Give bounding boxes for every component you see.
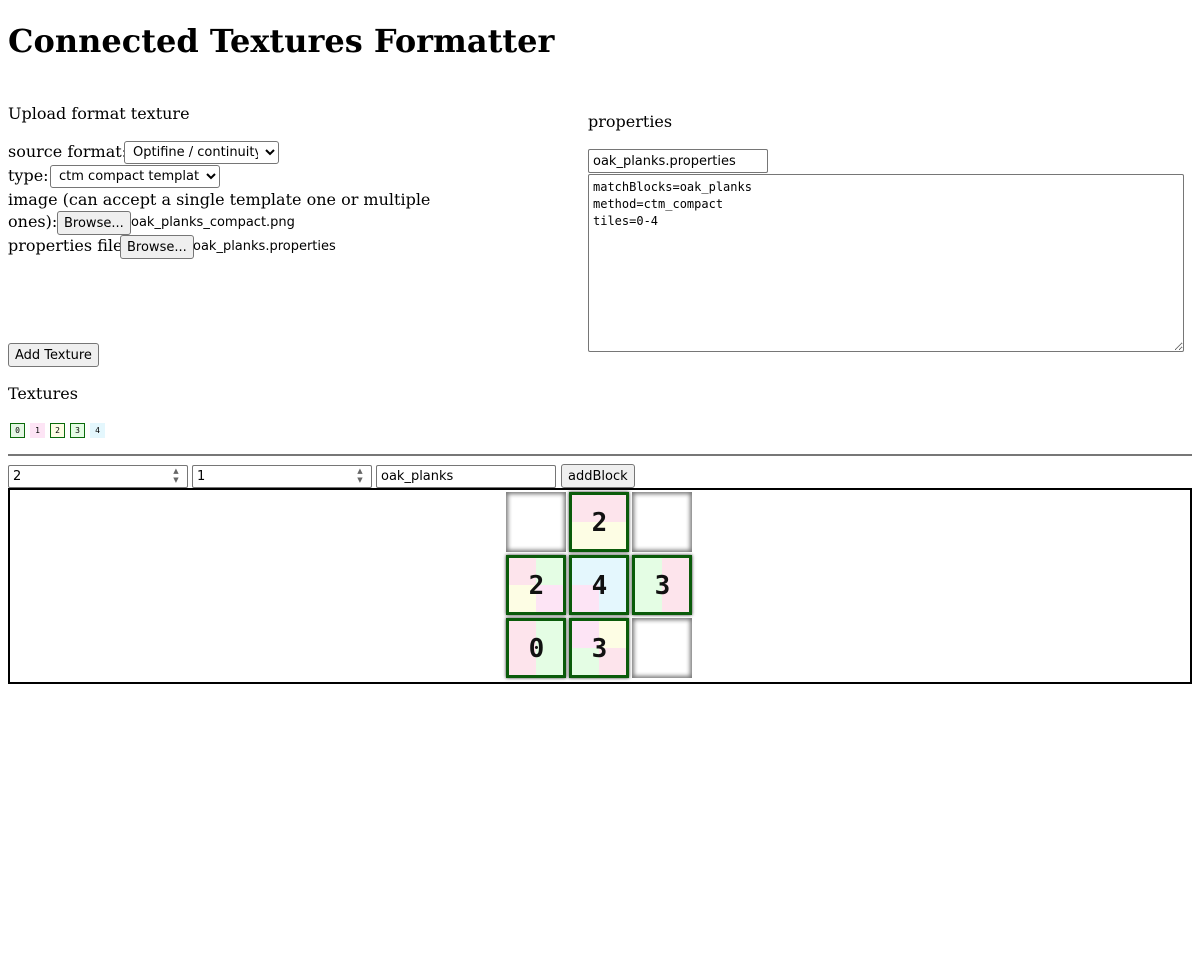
texture-thumb[interactable]: 3 — [70, 423, 85, 438]
tile-number-label: 4 — [591, 571, 608, 601]
properties-filename-input[interactable] — [588, 149, 768, 173]
block-name-input[interactable] — [376, 465, 556, 488]
type-select[interactable]: ctm compact template — [50, 165, 220, 188]
source-format-select[interactable]: Optifine / continuity — [124, 141, 279, 164]
grid-cell-tile[interactable]: 2 — [506, 555, 566, 615]
page-title: Connected Textures Formatter — [8, 22, 555, 60]
image-browse-button[interactable]: Browse... — [57, 211, 131, 235]
image-label-line2: ones): — [8, 212, 58, 231]
add-texture-button[interactable]: Add Texture — [8, 343, 99, 367]
image-file-name: oak_planks_compact.png — [131, 215, 295, 230]
tile-number-label: 0 — [528, 634, 545, 664]
grid-cell-tile[interactable]: 3 — [632, 555, 692, 615]
y-number-input[interactable] — [192, 465, 372, 488]
source-format-label: source format: — [8, 142, 128, 161]
grid-cell-empty[interactable] — [632, 618, 692, 678]
textures-heading: Textures — [8, 384, 78, 403]
tile-number-label: 2 — [528, 571, 545, 601]
texture-thumb[interactable]: 4 — [90, 423, 105, 438]
grid-cell-tile[interactable]: 4 — [569, 555, 629, 615]
texture-thumb[interactable]: 2 — [50, 423, 65, 438]
x-number-input[interactable] — [8, 465, 188, 488]
type-label: type: — [8, 166, 49, 185]
y-input-wrapper: ▲▼ — [192, 465, 372, 488]
properties-heading: properties — [588, 112, 673, 131]
tile-number-label: 3 — [591, 634, 608, 664]
tile-number-label: 3 — [654, 571, 671, 601]
add-block-button[interactable]: addBlock — [561, 464, 635, 488]
x-input-wrapper: ▲▼ — [8, 465, 188, 488]
texture-thumb[interactable]: 0 — [10, 423, 25, 438]
grid-cell-tile[interactable]: 2 — [569, 492, 629, 552]
properties-file-name: oak_planks.properties — [193, 239, 336, 254]
grid-cell-tile[interactable]: 0 — [506, 618, 566, 678]
grid-cell-tile[interactable]: 3 — [569, 618, 629, 678]
x-spinner-icon[interactable]: ▲ ▼ — [170, 467, 182, 485]
properties-browse-button[interactable]: Browse... — [120, 235, 194, 259]
properties-file-label: properties file — [8, 236, 123, 255]
grid-cell-empty[interactable] — [506, 492, 566, 552]
divider — [8, 454, 1192, 456]
texture-thumb[interactable]: 1 — [30, 423, 45, 438]
tile-number-label: 2 — [591, 508, 608, 538]
grid-cell-empty[interactable] — [632, 492, 692, 552]
properties-textarea[interactable]: matchBlocks=oak_planks method=ctm_compac… — [588, 174, 1184, 352]
upload-heading: Upload format texture — [8, 104, 190, 123]
y-spinner-icon[interactable]: ▲ ▼ — [354, 467, 366, 485]
image-label-line1: image (can accept a single template one … — [8, 190, 431, 209]
